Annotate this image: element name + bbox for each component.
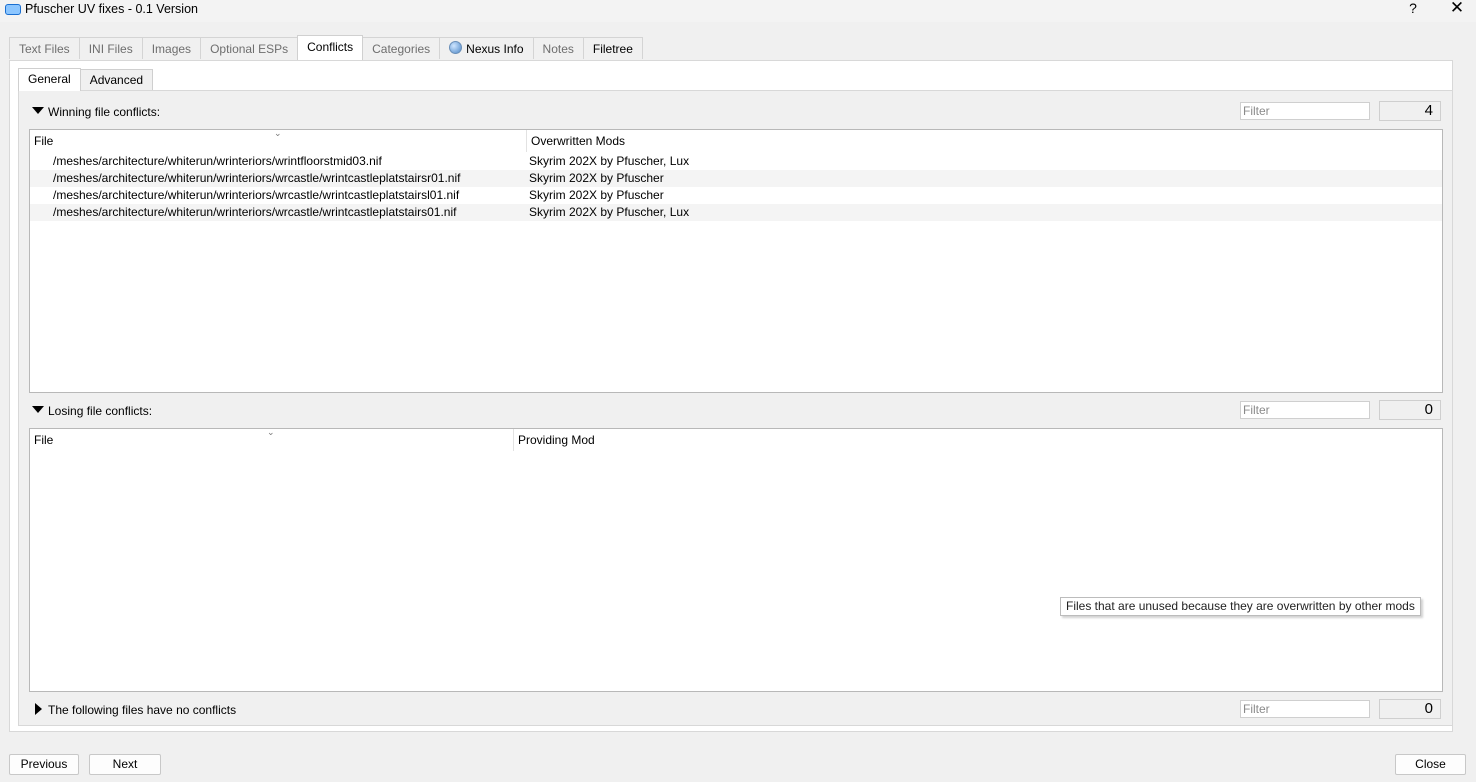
help-button[interactable]: ? [1405, 0, 1421, 18]
tooltip: Files that are unused because they are o… [1060, 597, 1421, 616]
window-title: Pfuscher UV fixes - 0.1 Version [25, 2, 198, 16]
row-mods: Skyrim 202X by Pfuscher, Lux [529, 205, 690, 219]
table-row[interactable]: /meshes/architecture/whiterun/wrinterior… [30, 187, 1442, 204]
collapse-losing-icon[interactable] [32, 406, 44, 413]
conflicts-subtabs: General Advanced [18, 68, 154, 91]
row-file: /meshes/architecture/whiterun/wrinterior… [53, 171, 461, 185]
losing-conflicts-header[interactable]: Losing file conflicts: [48, 404, 152, 418]
tab-nexus-info-label: Nexus Info [466, 42, 524, 56]
tab-nexus-info[interactable]: Nexus Info [439, 37, 534, 59]
tab-categories[interactable]: Categories [362, 37, 441, 59]
winning-filter-input[interactable] [1240, 102, 1370, 120]
winning-conflicts-header[interactable]: Winning file conflicts: [48, 105, 160, 119]
column-header-providing-mod[interactable]: Providing Mod [514, 429, 1114, 451]
row-file: /meshes/architecture/whiterun/wrinterior… [53, 205, 457, 219]
globe-icon [449, 41, 463, 54]
expand-noconflict-icon[interactable] [35, 703, 42, 715]
previous-button[interactable]: Previous [9, 754, 79, 775]
winning-count: 4 [1379, 101, 1441, 121]
title-bar: Pfuscher UV fixes - 0.1 Version ? ✕ [0, 0, 1476, 22]
table-header: File ⌄ Providing Mod [30, 427, 1442, 451]
noconflict-count: 0 [1379, 699, 1441, 719]
losing-count: 0 [1379, 400, 1441, 420]
losing-filter-input[interactable] [1240, 401, 1370, 419]
subtab-general[interactable]: General [18, 68, 81, 91]
next-button[interactable]: Next [89, 754, 161, 775]
tab-text-files[interactable]: Text Files [9, 37, 80, 59]
table-row[interactable]: /meshes/architecture/whiterun/wrinterior… [30, 153, 1442, 170]
subtab-advanced[interactable]: Advanced [79, 69, 154, 90]
app-icon [5, 4, 21, 15]
noconflict-filter-input[interactable] [1240, 700, 1370, 718]
column-header-overwritten-mods[interactable]: Overwritten Mods [527, 130, 1127, 152]
row-file: /meshes/architecture/whiterun/wrinterior… [53, 154, 382, 168]
table-header: File ⌄ Overwritten Mods [30, 128, 1442, 152]
sort-caret-icon: ⌄ [274, 128, 282, 138]
tab-optional-esps[interactable]: Optional ESPs [200, 37, 299, 59]
row-file: /meshes/architecture/whiterun/wrinterior… [53, 188, 460, 202]
tab-filetree[interactable]: Filetree [582, 37, 643, 59]
collapse-winning-icon[interactable] [32, 107, 44, 114]
tab-notes[interactable]: Notes [532, 37, 584, 59]
sort-caret-icon: ⌄ [267, 427, 275, 437]
losing-conflicts-table[interactable]: File ⌄ Providing Mod [29, 427, 1443, 692]
table-row[interactable]: /meshes/architecture/whiterun/wrinterior… [30, 170, 1442, 187]
tab-ini-files[interactable]: INI Files [78, 37, 143, 59]
window-close-icon[interactable]: ✕ [1449, 0, 1465, 18]
tab-images[interactable]: Images [141, 37, 202, 59]
main-tabs: Text Files INI Files Images Optional ESP… [9, 35, 643, 61]
noconflict-header[interactable]: The following files have no conflicts [48, 703, 236, 717]
table-row[interactable]: /meshes/architecture/whiterun/wrinterior… [30, 204, 1442, 221]
close-button[interactable]: Close [1395, 754, 1466, 775]
row-mods: Skyrim 202X by Pfuscher [529, 171, 664, 185]
row-mods: Skyrim 202X by Pfuscher [529, 188, 664, 202]
row-mods: Skyrim 202X by Pfuscher, Lux [529, 154, 690, 168]
tab-conflicts[interactable]: Conflicts [297, 35, 364, 60]
winning-conflicts-table[interactable]: File ⌄ Overwritten Mods /meshes/architec… [29, 128, 1443, 393]
